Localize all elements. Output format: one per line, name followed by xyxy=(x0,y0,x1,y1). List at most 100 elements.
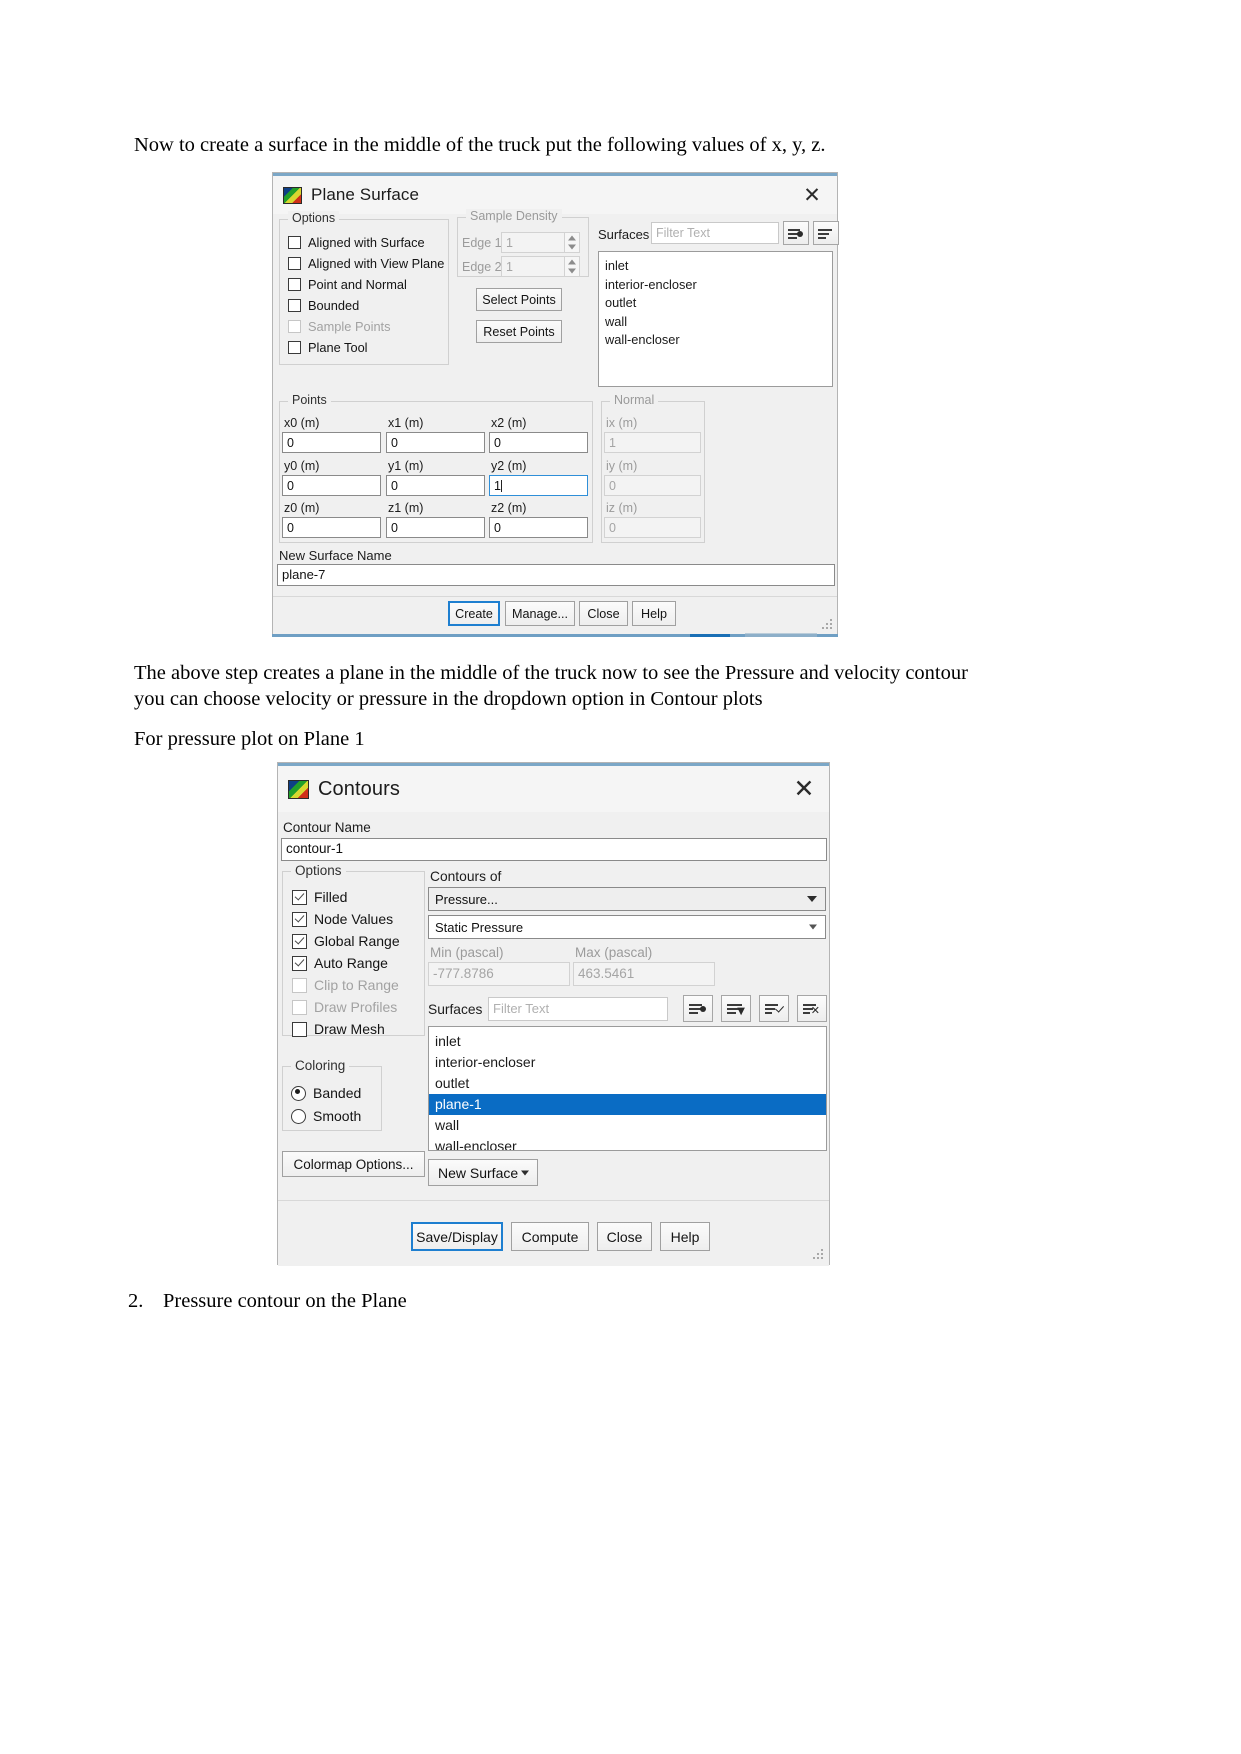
y0-input[interactable]: 0 xyxy=(282,475,381,496)
close-icon[interactable]: ✕ xyxy=(801,184,823,206)
z2-input[interactable]: 0 xyxy=(489,517,588,538)
contours-help-button[interactable]: Help xyxy=(660,1222,710,1251)
resize-grip-icon[interactable] xyxy=(813,1249,824,1260)
iz-input[interactable]: 0 xyxy=(604,517,701,538)
x2-label: x2 (m) xyxy=(491,416,527,430)
iy-input[interactable]: 0 xyxy=(604,475,701,496)
colormap-options-button[interactable]: Colormap Options... xyxy=(282,1151,425,1177)
close-icon[interactable]: ✕ xyxy=(793,776,815,801)
checkbox-aligned-with-surface[interactable]: Aligned with Surface xyxy=(288,235,425,250)
list-item[interactable]: outlet xyxy=(599,294,832,313)
spinner-up-icon[interactable] xyxy=(565,233,579,243)
new-surface-name-input[interactable]: plane-7 xyxy=(277,564,835,586)
plane-help-button[interactable]: Help xyxy=(632,601,676,626)
checkbox-label: Clip to Range xyxy=(314,977,399,993)
iy-label: iy (m) xyxy=(606,459,638,473)
checkbox-node-values[interactable]: Node Values xyxy=(292,911,393,927)
list-item[interactable]: wall-encloser xyxy=(429,1136,826,1150)
spinner-down-icon[interactable] xyxy=(565,267,579,277)
checkbox-bounded[interactable]: Bounded xyxy=(288,298,359,313)
radio-smooth[interactable]: Smooth xyxy=(291,1108,361,1124)
screenshot-edge-artifact-2 xyxy=(690,634,730,637)
contours-of-category-combo[interactable]: Pressure... xyxy=(428,887,826,911)
list-item[interactable]: interior-encloser xyxy=(429,1052,826,1073)
sample-density-group-title: Sample Density xyxy=(466,209,562,223)
coloring-group-title: Coloring xyxy=(291,1058,350,1073)
checkbox-draw-mesh[interactable]: Draw Mesh xyxy=(292,1021,385,1037)
list-item-selected[interactable]: plane-1 xyxy=(429,1094,826,1115)
new-surface-dropdown-button[interactable]: New Surface xyxy=(428,1159,538,1186)
z0-input[interactable]: 0 xyxy=(282,517,381,538)
create-button[interactable]: Create xyxy=(448,601,500,626)
surfaces-deselect-all-icon-button[interactable]: ▼ xyxy=(721,995,751,1022)
checkbox-label: Bounded xyxy=(308,298,360,313)
x2-input[interactable]: 0 xyxy=(489,432,588,453)
resize-grip-icon[interactable] xyxy=(822,619,833,630)
checkbox-label: Sample Points xyxy=(308,319,391,334)
list-item[interactable]: interior-encloser xyxy=(599,276,832,295)
max-pascal-input[interactable]: 463.5461 xyxy=(573,962,715,986)
z1-input[interactable]: 0 xyxy=(386,517,485,538)
ix-input[interactable]: 1 xyxy=(604,432,701,453)
checkbox-sample-points: Sample Points xyxy=(288,319,391,334)
radio-banded[interactable]: Banded xyxy=(291,1085,361,1101)
contour-name-input[interactable]: contour-1 xyxy=(281,838,827,861)
edge2-spinner[interactable] xyxy=(565,256,580,277)
list-item[interactable]: inlet xyxy=(429,1031,826,1052)
checkbox-box-icon xyxy=(292,889,307,905)
y1-input[interactable]: 0 xyxy=(386,475,485,496)
surfaces-select-filtered-icon-button[interactable] xyxy=(783,221,809,245)
checkbox-aligned-with-view-plane[interactable]: Aligned with View Plane xyxy=(288,256,444,271)
edge1-spinner[interactable] xyxy=(565,232,580,253)
paragraph-above-step-line1: The above step creates a plane in the mi… xyxy=(134,662,968,684)
contour-surfaces-listbox[interactable]: inlet interior-encloser outlet plane-1 w… xyxy=(428,1026,827,1151)
min-pascal-label: Min (pascal) xyxy=(430,945,504,960)
reset-points-button[interactable]: Reset Points xyxy=(476,320,562,343)
list-item[interactable]: inlet xyxy=(599,257,832,276)
surfaces-deselect-icon-button[interactable] xyxy=(813,221,839,245)
surfaces-filter-input[interactable]: Filter Text xyxy=(651,222,779,244)
z2-label: z2 (m) xyxy=(491,501,527,515)
x0-input[interactable]: 0 xyxy=(282,432,381,453)
x0-label: x0 (m) xyxy=(284,416,320,430)
contours-of-field-combo[interactable]: Static Pressure xyxy=(428,915,826,939)
fluent-app-icon xyxy=(288,779,309,799)
contours-close-button[interactable]: Close xyxy=(597,1222,652,1251)
checkbox-box-icon xyxy=(292,977,307,993)
surfaces-clear-icon-button[interactable]: ✕ xyxy=(797,995,827,1022)
contour-surfaces-filter-input[interactable]: Filter Text xyxy=(488,997,668,1021)
list-item[interactable]: wall xyxy=(429,1115,826,1136)
checkbox-plane-tool[interactable]: Plane Tool xyxy=(288,340,368,355)
list-item[interactable]: wall-encloser xyxy=(599,331,832,350)
checkbox-global-range[interactable]: Global Range xyxy=(292,933,400,949)
plane-close-button[interactable]: Close xyxy=(579,601,628,626)
checkbox-label: Point and Normal xyxy=(308,277,407,292)
spinner-up-icon[interactable] xyxy=(565,257,579,267)
spinner-down-icon[interactable] xyxy=(565,243,579,253)
radio-button-icon xyxy=(291,1108,306,1124)
edge2-input[interactable]: 1 xyxy=(501,256,565,277)
y2-label: y2 (m) xyxy=(491,459,527,473)
y2-input[interactable]: 1 xyxy=(489,475,588,496)
new-surface-name-label: New Surface Name xyxy=(279,548,392,563)
select-points-button[interactable]: Select Points xyxy=(476,288,562,311)
checkbox-box-icon xyxy=(288,320,301,333)
min-pascal-input[interactable]: -777.8786 xyxy=(428,962,570,986)
compute-button[interactable]: Compute xyxy=(511,1222,589,1251)
edge1-input[interactable]: 1 xyxy=(501,232,565,253)
save-display-button[interactable]: Save/Display xyxy=(411,1222,503,1251)
x1-input[interactable]: 0 xyxy=(386,432,485,453)
surfaces-select-filtered-icon-button[interactable] xyxy=(683,995,713,1022)
edge1-label: Edge 1 xyxy=(462,236,502,250)
surfaces-select-checked-icon-button[interactable] xyxy=(759,995,789,1022)
checkbox-filled[interactable]: Filled xyxy=(292,889,347,905)
screenshot-edge-artifact-3 xyxy=(745,633,817,637)
list-item[interactable]: outlet xyxy=(429,1073,826,1094)
paragraph-for-pressure-plot: For pressure plot on Plane 1 xyxy=(134,728,365,750)
checkbox-point-and-normal[interactable]: Point and Normal xyxy=(288,277,407,292)
list-item[interactable]: wall xyxy=(599,313,832,332)
plane-surfaces-listbox[interactable]: inlet interior-encloser outlet wall wall… xyxy=(598,251,833,387)
checkbox-auto-range[interactable]: Auto Range xyxy=(292,955,388,971)
checkbox-box-icon xyxy=(288,299,301,312)
manage-button[interactable]: Manage... xyxy=(505,601,575,626)
